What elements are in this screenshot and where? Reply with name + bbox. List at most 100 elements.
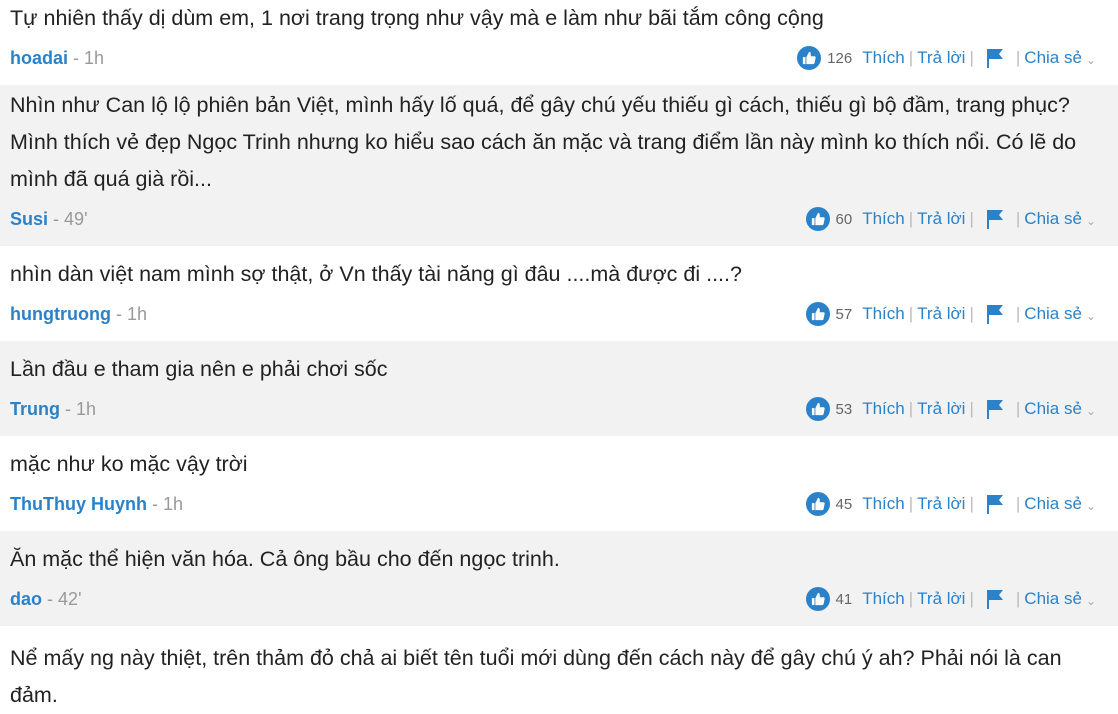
comment-author[interactable]: Susi bbox=[10, 209, 48, 229]
comment-text: Lần đầu e tham gia nên e phải chơi sốc bbox=[10, 357, 388, 381]
action-divider: | bbox=[969, 494, 974, 513]
comment-time: 1h bbox=[84, 48, 105, 68]
action-divider: | bbox=[969, 48, 974, 67]
share-button[interactable]: Chia sẻ bbox=[1024, 494, 1082, 514]
flag-icon[interactable] bbox=[986, 304, 1004, 324]
action-divider: | bbox=[1015, 304, 1021, 323]
comment-actions: 57 Thích | Trả lời | | Chia sẻ ⌄ bbox=[805, 301, 1096, 327]
like-count: 126 bbox=[827, 49, 853, 67]
comment-author[interactable]: hoadai bbox=[10, 48, 68, 68]
reply-button[interactable]: Trả lời bbox=[917, 589, 965, 609]
reply-button[interactable]: Trả lời bbox=[917, 399, 965, 419]
like-button[interactable]: Thích bbox=[862, 304, 905, 324]
like-count: 60 bbox=[835, 210, 853, 228]
chevron-down-icon[interactable]: ⌄ bbox=[1086, 499, 1096, 513]
flag-icon[interactable] bbox=[986, 48, 1004, 68]
like-count: 45 bbox=[835, 495, 853, 513]
action-divider: | bbox=[969, 209, 974, 228]
action-divider: | bbox=[908, 48, 914, 67]
comment-text: nhìn dàn việt nam mình sợ thật, ở Vn thấ… bbox=[10, 262, 742, 286]
flag-icon[interactable] bbox=[986, 399, 1004, 419]
chevron-down-icon[interactable]: ⌄ bbox=[1086, 594, 1096, 608]
comment-list: Tự nhiên thấy dị dùm em, 1 nơi trang trọ… bbox=[0, 0, 1118, 714]
action-divider: | bbox=[969, 589, 974, 608]
comment-item: Ăn mặc thể hiện văn hóa. Cả ông bầu cho … bbox=[0, 531, 1118, 626]
like-button[interactable]: Thích bbox=[862, 399, 905, 419]
comment-text: Nể mấy ng này thiệt, trên thảm đỏ chả ai… bbox=[10, 646, 1062, 707]
action-divider: | bbox=[1015, 48, 1021, 67]
share-button[interactable]: Chia sẻ bbox=[1024, 589, 1082, 609]
meta-separator: - bbox=[47, 589, 54, 609]
comment-time: 1h bbox=[76, 399, 97, 419]
chevron-down-icon[interactable]: ⌄ bbox=[1086, 404, 1096, 418]
share-button[interactable]: Chia sẻ bbox=[1024, 399, 1082, 419]
comment-meta: hungtruong - 1h 57 Thích | Trả lời | | C… bbox=[10, 293, 1108, 341]
action-divider: | bbox=[1015, 209, 1021, 228]
comment-time: 1h bbox=[127, 304, 148, 324]
meta-separator: - bbox=[115, 304, 122, 324]
comment-time: 1h bbox=[163, 494, 184, 514]
chevron-down-icon[interactable]: ⌄ bbox=[1086, 309, 1096, 323]
comment-actions: 126 Thích | Trả lời | | Chia sẻ ⌄ bbox=[797, 45, 1096, 71]
comment-meta: ThuThuy Huynh - 1h 45 Thích | Trả lời | … bbox=[10, 483, 1108, 531]
action-divider: | bbox=[908, 209, 914, 228]
thumbs-up-icon[interactable] bbox=[805, 397, 830, 421]
like-count: 57 bbox=[835, 305, 853, 323]
comment-meta: hoadai - 1h 126 Thích | Trả lời | | Chia… bbox=[10, 37, 1108, 85]
reply-button[interactable]: Trả lời bbox=[917, 304, 965, 324]
comment-author[interactable]: Trung bbox=[10, 399, 60, 419]
action-divider: | bbox=[1015, 399, 1021, 418]
share-button[interactable]: Chia sẻ bbox=[1024, 48, 1082, 68]
thumbs-up-icon[interactable] bbox=[805, 492, 830, 516]
thumbs-up-icon[interactable] bbox=[805, 302, 830, 326]
comment-text: Ăn mặc thể hiện văn hóa. Cả ông bầu cho … bbox=[10, 547, 560, 571]
like-button[interactable]: Thích bbox=[862, 48, 905, 68]
thumbs-up-icon[interactable] bbox=[805, 207, 830, 231]
comment-meta: dao - 42' 41 Thích | Trả lời | | Chia sẻ… bbox=[10, 578, 1108, 626]
action-divider: | bbox=[908, 589, 914, 608]
comment-author[interactable]: hungtruong bbox=[10, 304, 111, 324]
comment-text: Nhìn như Can lộ lộ phiên bản Việt, mình … bbox=[10, 93, 1077, 191]
share-button[interactable]: Chia sẻ bbox=[1024, 304, 1082, 324]
like-count: 53 bbox=[835, 400, 853, 418]
meta-separator: - bbox=[73, 48, 80, 68]
like-button[interactable]: Thích bbox=[862, 589, 905, 609]
like-button[interactable]: Thích bbox=[862, 494, 905, 514]
chevron-down-icon[interactable]: ⌄ bbox=[1086, 53, 1096, 67]
chevron-down-icon[interactable]: ⌄ bbox=[1086, 214, 1096, 228]
reply-button[interactable]: Trả lời bbox=[917, 494, 965, 514]
comment-author[interactable]: ThuThuy Huynh bbox=[10, 494, 147, 514]
thumbs-up-icon[interactable] bbox=[805, 587, 830, 611]
comment-actions: 45 Thích | Trả lời | | Chia sẻ ⌄ bbox=[805, 491, 1096, 517]
share-button[interactable]: Chia sẻ bbox=[1024, 209, 1082, 229]
comment-author[interactable]: dao bbox=[10, 589, 42, 609]
comment-item: Nể mấy ng này thiệt, trên thảm đỏ chả ai… bbox=[0, 626, 1118, 714]
action-divider: | bbox=[969, 304, 974, 323]
comment-item: Tự nhiên thấy dị dùm em, 1 nơi trang trọ… bbox=[0, 0, 1118, 85]
comment-actions: 53 Thích | Trả lời | | Chia sẻ ⌄ bbox=[805, 396, 1096, 422]
comment-meta: Trung - 1h 53 Thích | Trả lời | | Chia s… bbox=[10, 388, 1108, 436]
comment-item: mặc như ko mặc vậy trời ThuThuy Huynh - … bbox=[0, 436, 1118, 531]
flag-icon[interactable] bbox=[986, 209, 1004, 229]
comment-meta: Susi - 49' 60 Thích | Trả lời | | Chia s… bbox=[10, 198, 1108, 246]
action-divider: | bbox=[969, 399, 974, 418]
action-divider: | bbox=[908, 304, 914, 323]
reply-button[interactable]: Trả lời bbox=[917, 209, 965, 229]
comment-time: 49' bbox=[64, 209, 88, 229]
thumbs-up-icon[interactable] bbox=[797, 46, 822, 70]
flag-icon[interactable] bbox=[986, 589, 1004, 609]
action-divider: | bbox=[1015, 494, 1021, 513]
meta-separator: - bbox=[65, 399, 72, 419]
reply-button[interactable]: Trả lời bbox=[917, 48, 965, 68]
comment-item: Lần đầu e tham gia nên e phải chơi sốc T… bbox=[0, 341, 1118, 436]
like-count: 41 bbox=[835, 590, 853, 608]
meta-separator: - bbox=[152, 494, 158, 514]
action-divider: | bbox=[1015, 589, 1021, 608]
comment-actions: 41 Thích | Trả lời | | Chia sẻ ⌄ bbox=[805, 586, 1096, 612]
flag-icon[interactable] bbox=[986, 494, 1004, 514]
comment-time: 42' bbox=[58, 589, 82, 609]
meta-separator: - bbox=[53, 209, 60, 229]
action-divider: | bbox=[908, 494, 914, 513]
like-button[interactable]: Thích bbox=[862, 209, 905, 229]
comment-text: mặc như ko mặc vậy trời bbox=[10, 452, 248, 476]
